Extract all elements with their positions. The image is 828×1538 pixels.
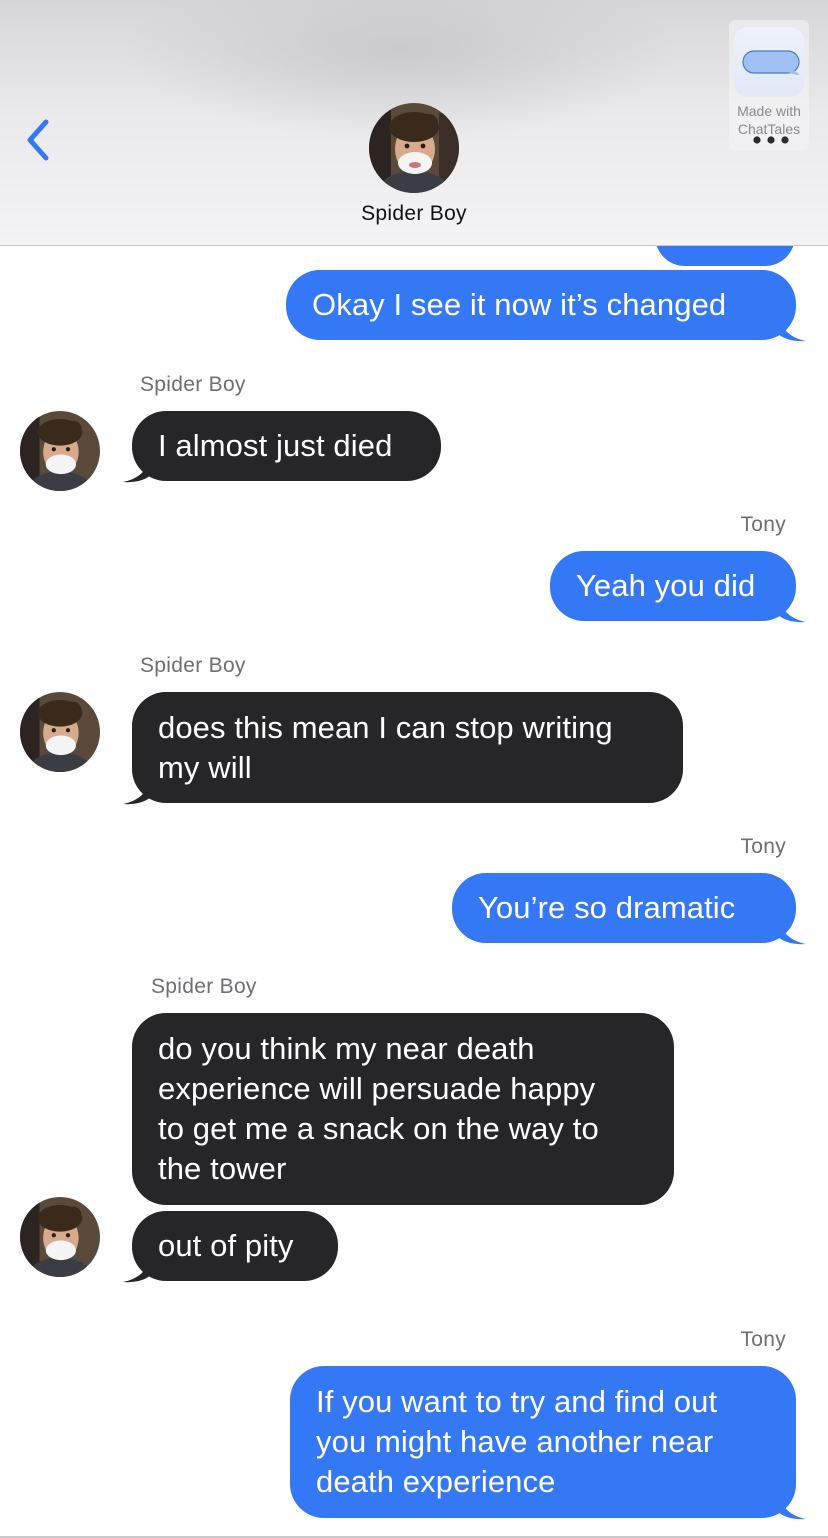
message-text-line: do you think my near death [158, 1031, 535, 1066]
message-text: Yeah you did [576, 568, 756, 603]
sender-label: Spider Boy [140, 654, 246, 677]
message-text: You’re so dramatic [478, 890, 736, 925]
message-text-line: If you want to try and find out [316, 1384, 718, 1419]
more-dots-icon[interactable] [751, 136, 791, 144]
message-bubble-incoming[interactable]: does this mean I can stop writing my wil… [132, 692, 683, 803]
sender-label: Tony [740, 835, 786, 858]
message-bubble-outgoing[interactable]: You’re so dramatic [452, 873, 796, 943]
watermark-text: Made with ChatTales [729, 102, 809, 138]
bubble-tail [123, 1255, 151, 1283]
message-bubble-outgoing[interactable]: Yeah you did [550, 551, 796, 621]
message-text: I almost just died [158, 428, 393, 463]
message-text-line: you might have another near [316, 1424, 714, 1459]
message-bubble-incoming[interactable]: I almost just died [132, 411, 441, 481]
watermark-line-1: Made with [737, 103, 801, 119]
message-text: Okay I see it now it’s changed [312, 287, 727, 322]
message-bubble-outgoing[interactable]: If you want to try and find out you migh… [290, 1366, 796, 1518]
bubble-tail [778, 1492, 806, 1520]
bubble-tail [778, 917, 806, 945]
back-chevron-icon[interactable] [22, 116, 58, 164]
message-text-line: my will [158, 750, 252, 785]
sender-label: Spider Boy [140, 373, 246, 396]
message-text-line: to get me a snack on the way to [158, 1111, 599, 1146]
bubble-tail [123, 777, 151, 805]
sender-avatar[interactable] [20, 1197, 100, 1277]
message-text-line: experience will persuade happy [158, 1071, 596, 1106]
message-text-line: the tower [158, 1151, 287, 1186]
message-text-line: does this mean I can stop writing [158, 710, 613, 745]
sender-avatar[interactable] [20, 411, 100, 491]
chattales-logo [734, 27, 804, 97]
message-bubble-incoming[interactable]: out of pity [132, 1211, 338, 1281]
message-bubble-incoming[interactable]: do you think my near death experience wi… [132, 1013, 674, 1205]
message-bubble-outgoing[interactable]: Okay I see it now it’s changed [286, 270, 796, 340]
chattales-watermark: Made with ChatTales [729, 20, 809, 150]
sender-label: Tony [740, 1328, 786, 1351]
bubble-tail [778, 314, 806, 342]
bubble-tail [123, 455, 151, 483]
conversation-header: Spider Boy Made with ChatTales [0, 0, 828, 246]
bubble-tail [778, 595, 806, 623]
contact-avatar[interactable] [369, 103, 459, 193]
sender-avatar[interactable] [20, 692, 100, 772]
sender-label: Spider Boy [151, 975, 257, 998]
message-text: out of pity [158, 1228, 294, 1263]
sender-label: Tony [740, 513, 786, 536]
message-text-line: death experience [316, 1464, 556, 1499]
contact-name[interactable]: Spider Boy [0, 202, 828, 226]
